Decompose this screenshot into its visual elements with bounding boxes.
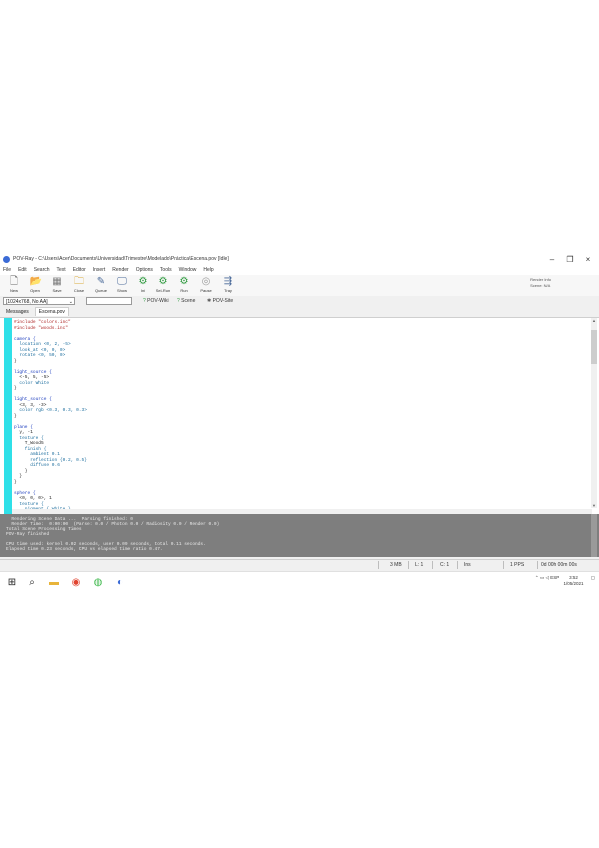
resolution-value: [1024x768, No AA]: [6, 299, 48, 305]
menu-window[interactable]: Window: [179, 266, 197, 275]
editor-vertical-scrollbar[interactable]: ▲ ▼: [591, 318, 597, 508]
status-memory: 3 MB: [390, 562, 402, 568]
show-button[interactable]: 🖵 Show: [112, 276, 132, 295]
status-render-time: 0d 00h 00m 00s: [541, 562, 577, 568]
windows-start-icon[interactable]: ⊞: [6, 577, 18, 589]
queue-button[interactable]: ✎ Queue: [91, 276, 111, 295]
menu-text[interactable]: Text: [57, 266, 66, 275]
sel-run-icon: ⚙: [158, 276, 168, 287]
file-explorer-icon[interactable]: ▬: [48, 577, 60, 589]
sel-run-button[interactable]: ⚙ Sel-Run: [153, 276, 173, 295]
message-pane: Rendering Scene Data ... Parsing finishe…: [0, 514, 599, 557]
menu-editor[interactable]: Editor: [73, 266, 86, 275]
message-text: Rendering Scene Data ... Parsing finishe…: [6, 517, 219, 552]
chevron-up-icon[interactable]: ⌃: [535, 575, 539, 580]
message-scrollbar[interactable]: [591, 514, 597, 557]
scroll-up-icon[interactable]: ▲: [591, 318, 597, 323]
save-icon: ▦: [52, 276, 62, 287]
menu-search[interactable]: Search: [34, 266, 50, 275]
new-button[interactable]: 🗋 New: [4, 276, 24, 295]
volume-icon[interactable]: ◁: [546, 575, 549, 580]
code-editor[interactable]: #include "colors.inc" #include "woods.inc…: [0, 318, 599, 545]
help-icon: ?: [143, 298, 146, 304]
resolution-select[interactable]: [1024x768, No AA] ⌄: [3, 297, 75, 305]
toolbar: 🗋 New 📂 Open ▦ Save 🗀 Close ✎ Queue 🖵 Show ⚙ In…: [0, 275, 599, 297]
tab-escena-pov[interactable]: Escena.pov: [34, 307, 69, 316]
menu-insert[interactable]: Insert: [93, 266, 106, 275]
close-button[interactable]: 🗀 Close: [69, 276, 89, 295]
status-column: C: 1: [440, 562, 450, 568]
menu-edit[interactable]: Edit: [18, 266, 27, 275]
povray-taskbar-icon[interactable]: ◐: [114, 577, 126, 589]
menu-options[interactable]: Options: [136, 266, 153, 275]
render-settings-bar: [1024x768, No AA] ⌄ ? POV-Wiki ? Scene ✱…: [0, 296, 599, 307]
menu-help[interactable]: Help: [203, 266, 213, 275]
save-button[interactable]: ▦ Save: [47, 276, 67, 295]
show-icon: 🖵: [117, 276, 127, 287]
tray-icon: ⇶: [223, 276, 233, 287]
render-info-line: Scene: N/A: [530, 283, 551, 288]
pov-site-link[interactable]: ✱ POV-Site: [207, 296, 233, 307]
editor-gutter: [4, 318, 12, 514]
message-line: Elapsed time 0.23 seconds, CPU vs elapse…: [6, 547, 163, 552]
ini-button[interactable]: ⚙ Ini: [133, 276, 153, 295]
status-insert-mode: Ins: [464, 562, 471, 568]
status-line: L: 1: [415, 562, 424, 568]
tray-date: 1/05/2021: [563, 581, 584, 586]
scene-help-link[interactable]: ? Scene: [177, 296, 195, 307]
search-icon[interactable]: ⌕: [26, 577, 38, 589]
minimize-button[interactable]: –: [545, 253, 559, 266]
tray-language[interactable]: ESP: [550, 575, 559, 580]
menu-render[interactable]: Render: [112, 266, 128, 275]
system-tray[interactable]: ⌃ ▭ ◁ ESP 3:52 1/05/2021 ▢: [535, 575, 595, 587]
open-button[interactable]: 📂 Open: [25, 276, 45, 295]
status-bar: 3 MB L: 1 C: 1 Ins 1 PPS 0d 00h 00m 00s: [0, 559, 599, 570]
pause-icon: ◎: [201, 276, 211, 287]
scroll-down-icon[interactable]: ▼: [591, 503, 597, 508]
menu-file[interactable]: File: [3, 266, 11, 275]
menu-tools[interactable]: Tools: [160, 266, 172, 275]
maximize-button[interactable]: ❐: [563, 253, 577, 266]
povray-window: POV-Ray - C:\Users\Acer\Documents\Univer…: [0, 253, 599, 594]
notifications-icon[interactable]: ▢: [591, 575, 595, 580]
new-file-icon: 🗋: [9, 276, 19, 287]
network-icon[interactable]: ▭: [540, 575, 544, 580]
tab-messages[interactable]: Messages: [3, 307, 32, 317]
menu-bar: File Edit Search Text Editor Insert Render Opti…: [0, 266, 599, 275]
tray-clock[interactable]: 3:52 1/05/2021: [563, 575, 583, 587]
globe-icon: ✱: [207, 298, 212, 304]
pause-button[interactable]: ◎ Pause: [196, 276, 216, 295]
chevron-down-icon: ⌄: [68, 299, 73, 305]
close-window-button[interactable]: ×: [581, 253, 595, 266]
queue-icon: ✎: [96, 276, 106, 287]
title-bar: POV-Ray - C:\Users\Acer\Documents\Univer…: [0, 253, 599, 266]
ini-icon: ⚙: [138, 276, 148, 287]
editor-tabs: Messages Escena.pov: [0, 307, 599, 318]
status-pps: 1 PPS: [510, 562, 525, 568]
tray-button[interactable]: ⇶ Tray: [218, 276, 238, 295]
windows-taskbar: ⊞ ⌕ ▬ ◉ ◍ ◐ ⌃ ▭ ◁ ESP 3:52 1/05/2021 ▢: [0, 571, 599, 594]
open-folder-icon: 📂: [29, 276, 42, 287]
run-icon: ⚙: [179, 276, 189, 287]
whatsapp-icon[interactable]: ◍: [92, 577, 104, 589]
povray-app-icon: [3, 256, 10, 263]
run-button[interactable]: ⚙ Run: [174, 276, 194, 295]
window-title: POV-Ray - C:\Users\Acer\Documents\Univer…: [13, 256, 229, 262]
chrome-icon[interactable]: ◉: [70, 577, 82, 589]
scrollbar-thumb[interactable]: [591, 330, 597, 364]
close-file-icon: 🗀: [74, 276, 84, 287]
render-info: Render Info Scene: N/A: [530, 277, 551, 289]
command-line-input[interactable]: [86, 297, 132, 305]
pov-wiki-link[interactable]: ? POV-Wiki: [143, 296, 169, 307]
help-icon: ?: [177, 298, 180, 304]
